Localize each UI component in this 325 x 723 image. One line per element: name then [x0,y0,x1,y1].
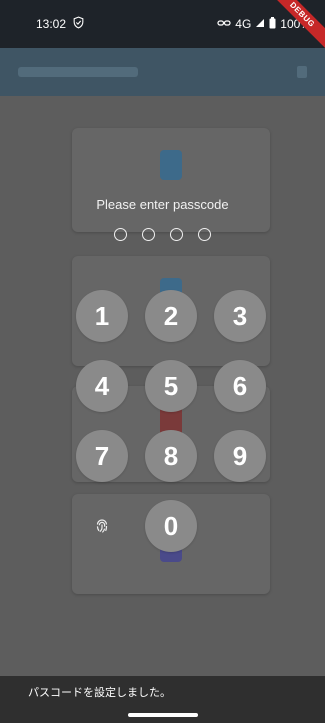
battery-icon [269,16,276,32]
key-6[interactable]: 6 [214,360,266,412]
key-2[interactable]: 2 [145,290,197,342]
key-9[interactable]: 9 [214,430,266,482]
background-card [72,128,270,232]
passcode-prompt: Please enter passcode [96,197,229,212]
snackbar: パスコードを設定しました。 [0,676,325,707]
passcode-dot [114,228,127,241]
passcode-dot [142,228,155,241]
status-time: 13:02 [36,17,67,31]
status-left: 13:02 [36,16,85,32]
key-3[interactable]: 3 [214,290,266,342]
snackbar-message: パスコードを設定しました。 [28,686,171,699]
passcode-dots [0,228,325,241]
network-label: 4G [235,17,252,31]
app-bar [0,48,325,96]
key-7[interactable]: 7 [76,430,128,482]
passcode-dot [198,228,211,241]
fingerprint-icon[interactable] [76,500,128,552]
key-1[interactable]: 1 [76,290,128,342]
shield-check-icon [72,16,85,32]
key-0[interactable]: 0 [145,500,197,552]
signal-icon [255,17,265,31]
key-8[interactable]: 8 [145,430,197,482]
status-bar: 13:02 4G 100% DEBUG [0,0,325,52]
key-5[interactable]: 5 [145,360,197,412]
passcode-dot [170,228,183,241]
navigation-bar [0,707,325,723]
app-bar-title-placeholder [18,67,138,77]
home-indicator[interactable] [128,713,198,717]
app-bar-menu-placeholder [297,66,307,78]
passcode-keypad: 1 2 3 4 5 6 7 8 9 0 [76,290,266,560]
card-icon-placeholder [160,150,182,180]
key-4[interactable]: 4 [76,360,128,412]
link-icon [217,17,231,31]
